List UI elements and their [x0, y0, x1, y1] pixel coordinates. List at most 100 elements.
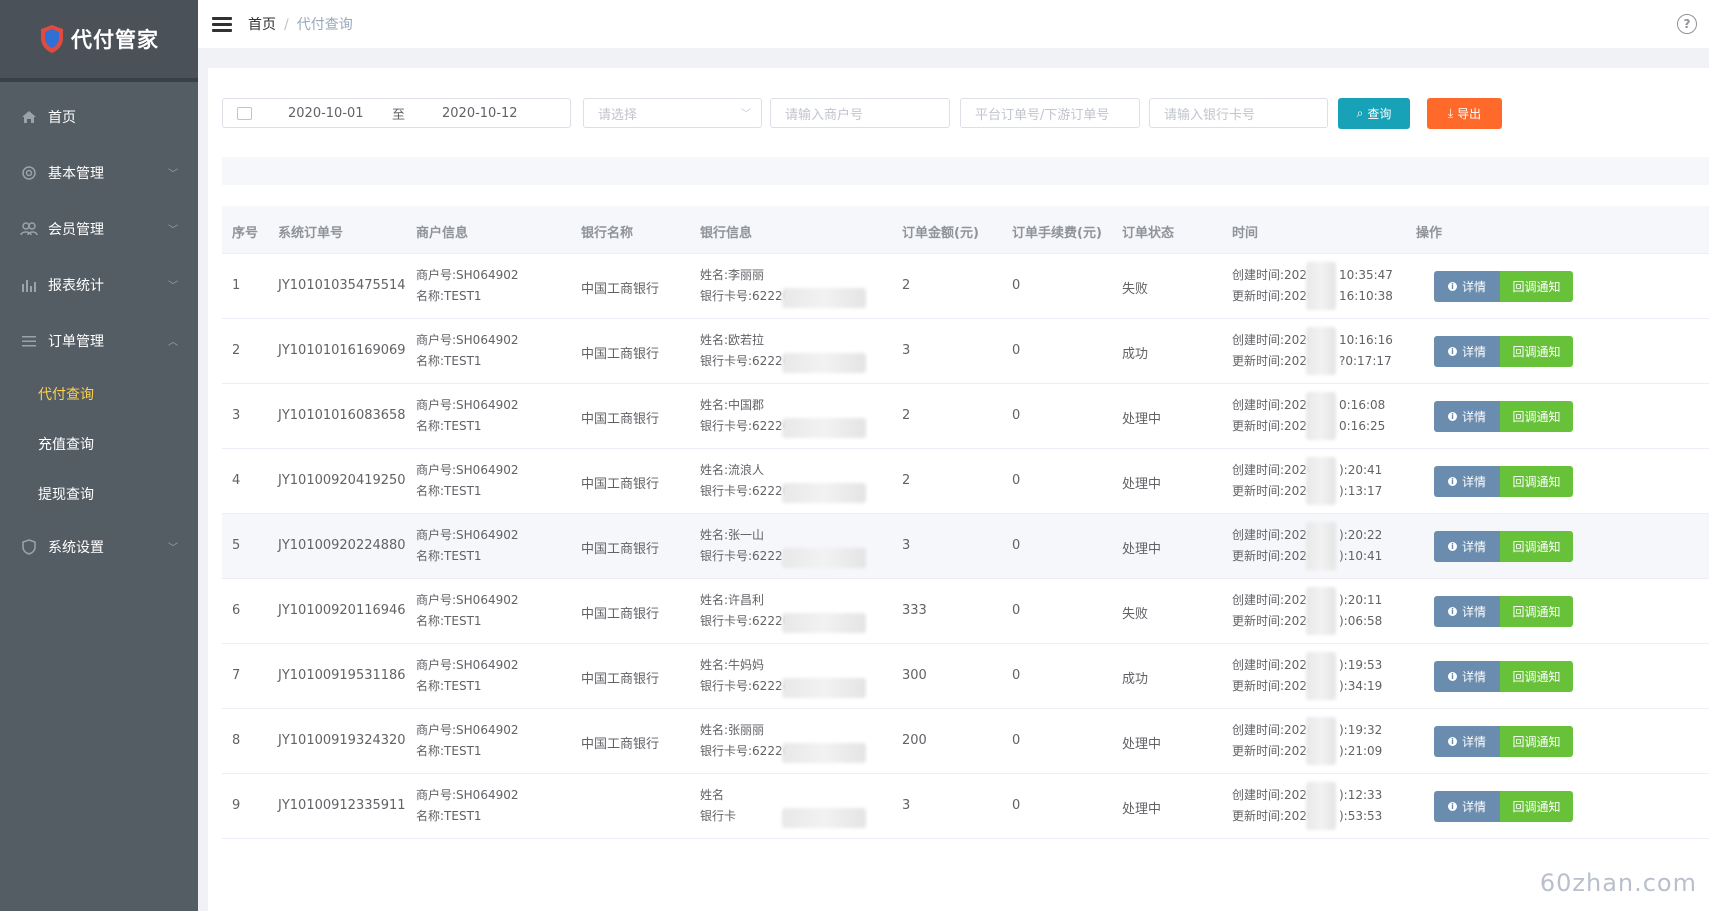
updated-time-tail: ):21:09	[1339, 744, 1383, 758]
cell-bank-info: 姓名 银行卡	[700, 785, 736, 827]
detail-button[interactable]: i 详情	[1434, 401, 1500, 432]
cell-fee: 0	[1012, 408, 1021, 423]
card-number: 银行卡号:6222(	[700, 354, 788, 368]
detail-button[interactable]: i 详情	[1434, 791, 1500, 822]
detail-button[interactable]: i 详情	[1434, 466, 1500, 497]
merchant-id: 商户号:SH064902	[416, 333, 519, 347]
help-icon[interactable]: ?	[1677, 14, 1697, 34]
sidebar-item-orders[interactable]: 订单管理 ︿	[0, 321, 198, 361]
cell-time-tail: ):19:53):34:19	[1339, 655, 1382, 697]
redaction-blur	[782, 613, 866, 633]
sidebar-item-members[interactable]: 会员管理 ﹀	[0, 209, 198, 249]
sidebar-subitem-payout-query[interactable]: 代付查询	[38, 384, 94, 404]
detail-button[interactable]: i 详情	[1434, 271, 1500, 302]
chevron-down-icon: ﹀	[741, 109, 751, 120]
col-order-no: 系统订单号	[278, 226, 344, 241]
cell-amount: 3	[902, 538, 911, 553]
chevron-down-icon: ﹀	[168, 281, 178, 292]
bar-chart-icon	[20, 276, 38, 294]
updated-time-tail: ):13:17	[1339, 484, 1383, 498]
breadcrumb-home[interactable]: 首页	[248, 17, 276, 33]
cell-bank-name: 中国工商银行	[581, 737, 660, 752]
redaction-blur	[782, 678, 866, 698]
detail-button-label: 详情	[1461, 800, 1486, 814]
cell-time: 创建时间:2020 更新时间:202(	[1232, 525, 1315, 567]
notify-button[interactable]: 回调通知	[1500, 531, 1573, 562]
cell-order-no: JY10100912335911	[278, 798, 406, 813]
sidebar-item-basic[interactable]: 基本管理 ﹀	[0, 153, 198, 193]
gear-icon	[20, 164, 38, 182]
notify-button[interactable]: 回调通知	[1500, 466, 1573, 497]
notify-button[interactable]: 回调通知	[1500, 596, 1573, 627]
cell-status: 处理中	[1122, 412, 1162, 427]
sidebar-item-settings[interactable]: 系统设置 ﹀	[0, 527, 198, 567]
cell-bank-name: 中国工商银行	[581, 412, 660, 427]
cell-time: 创建时间:2020 更新时间:2020	[1232, 330, 1315, 372]
bank-card-input[interactable]: 请输入银行卡号	[1149, 98, 1328, 128]
table-row: 9 JY10100912335911 商户号:SH064902 名称:TEST1 姓名银…	[222, 774, 1709, 839]
date-range-picker[interactable]: 2020-10-01 至 2020-10-12	[222, 98, 571, 128]
detail-button-label: 详情	[1461, 410, 1486, 424]
search-button[interactable]: ⌕ 查询	[1338, 98, 1410, 129]
detail-button-label: 详情	[1461, 670, 1486, 684]
redaction-blur	[782, 743, 866, 763]
detail-button[interactable]: i 详情	[1434, 661, 1500, 692]
created-time-tail: 10:16:16	[1339, 333, 1393, 347]
cell-bank-info: 姓名:李丽丽 银行卡号:62220	[700, 265, 790, 307]
updated-time: 更新时间:2020	[1232, 744, 1315, 758]
detail-button[interactable]: i 详情	[1434, 596, 1500, 627]
date-end[interactable]: 2020-10-12	[442, 106, 518, 121]
date-start[interactable]: 2020-10-01	[288, 106, 392, 121]
notify-button[interactable]: 回调通知	[1500, 271, 1573, 302]
cell-bank-name: 中国工商银行	[581, 347, 660, 362]
created-time: 创建时间:202(	[1232, 593, 1312, 607]
notify-button-label: 回调通知	[1512, 605, 1561, 619]
table-row: 6 JY10100920116946 商户号:SH064902 名称:TEST1 中国工…	[222, 579, 1709, 644]
row-actions: i 详情 回调通知	[1434, 726, 1573, 757]
updated-time-tail: ):53:53	[1339, 809, 1383, 823]
cell-bank-name: 中国工商银行	[581, 282, 660, 297]
download-icon: ⤓	[1447, 106, 1454, 120]
info-icon: i	[1447, 542, 1457, 551]
notify-button[interactable]: 回调通知	[1500, 661, 1573, 692]
order-number-input[interactable]: 平台订单号/下游订单号	[960, 98, 1140, 128]
redaction-blur	[1306, 522, 1336, 570]
notify-button[interactable]: 回调通知	[1500, 336, 1573, 367]
row-actions: i 详情 回调通知	[1434, 596, 1573, 627]
sidebar-subitem-withdraw-query[interactable]: 提现查询	[38, 484, 94, 504]
notify-button[interactable]: 回调通知	[1500, 791, 1573, 822]
sidebar-subitem-recharge-query[interactable]: 充值查询	[38, 434, 94, 454]
col-amount: 订单金额(元)	[902, 226, 979, 241]
created-time-tail: ):12:33	[1339, 788, 1383, 802]
export-button[interactable]: ⤓ 导出	[1427, 98, 1502, 129]
merchant-name: 名称:TEST1	[416, 484, 482, 498]
cell-fee: 0	[1012, 278, 1021, 293]
notify-button[interactable]: 回调通知	[1500, 726, 1573, 757]
merchant-input[interactable]: 请输入商户号	[770, 98, 950, 128]
notify-button-label: 回调通知	[1512, 540, 1561, 554]
created-time-tail: ):20:22	[1339, 528, 1383, 542]
info-icon: i	[1447, 802, 1457, 811]
account-holder: 姓名:张丽丽	[700, 723, 765, 737]
table-row: 8 JY10100919324320 商户号:SH064902 名称:TEST1 中国工…	[222, 709, 1709, 774]
cell-time-tail: ):20:41 ):13:17	[1339, 460, 1382, 502]
notify-button[interactable]: 回调通知	[1500, 401, 1573, 432]
redaction-blur	[782, 353, 866, 373]
notify-button-label: 回调通知	[1512, 280, 1561, 294]
updated-time: 更新时间:2020	[1232, 289, 1315, 303]
hamburger-icon[interactable]	[212, 14, 232, 35]
detail-button[interactable]: i 详情	[1434, 726, 1500, 757]
detail-button[interactable]: i 详情	[1434, 336, 1500, 367]
cell-bank-name: 中国工商银行	[581, 672, 660, 687]
table-row: 4 JY10100920419250 商户号:SH064902 名称:TEST1 中国工…	[222, 449, 1709, 514]
sidebar-item-reports[interactable]: 报表统计 ﹀	[0, 265, 198, 305]
created-time-tail: ):20:41	[1339, 463, 1383, 477]
detail-button-label: 详情	[1461, 605, 1486, 619]
cell-time-tail: ):19:32):21:09	[1339, 720, 1382, 762]
top-bar: 首页 / 代付查询 ?	[198, 0, 1709, 48]
status-select[interactable]: 请选择 ﹀	[583, 98, 762, 128]
sidebar-item-home[interactable]: 首页	[0, 97, 198, 137]
cell-fee: 0	[1012, 538, 1021, 553]
chevron-down-icon: ﹀	[168, 225, 178, 236]
detail-button[interactable]: i 详情	[1434, 531, 1500, 562]
